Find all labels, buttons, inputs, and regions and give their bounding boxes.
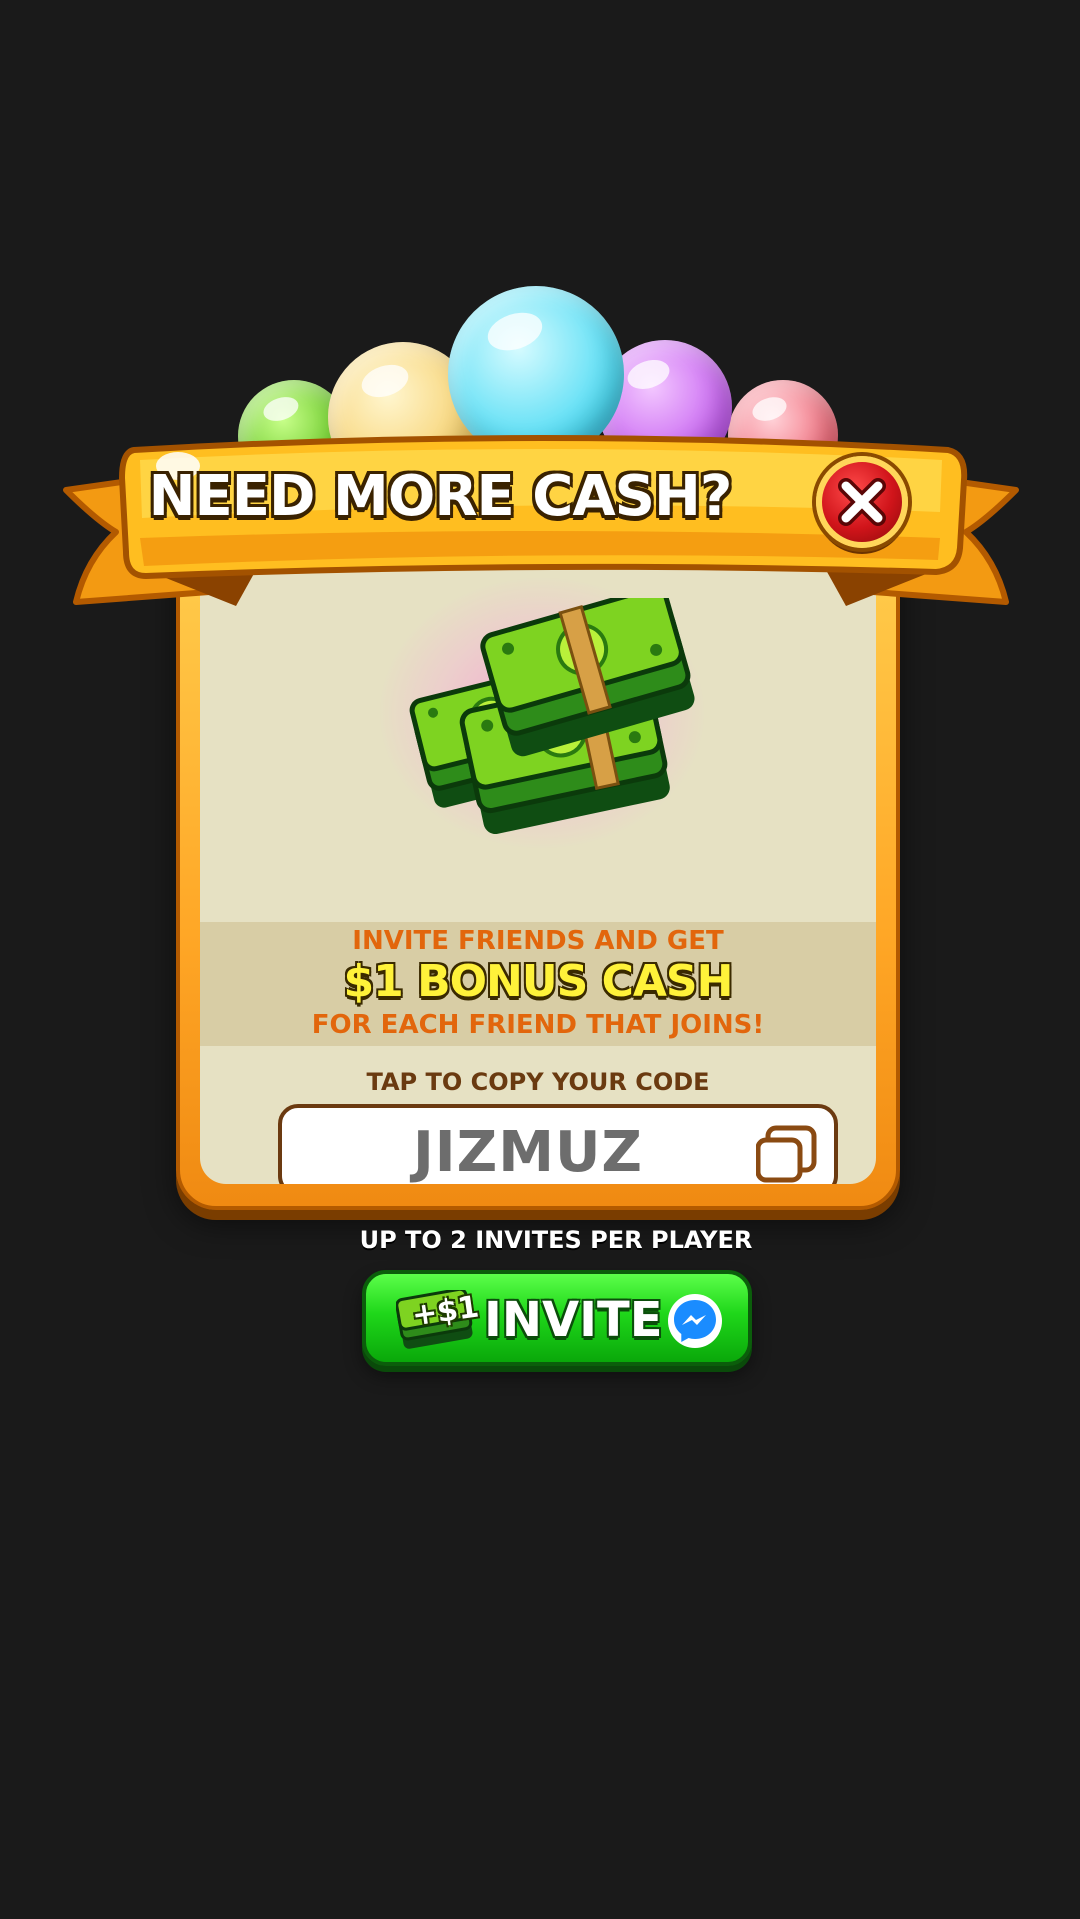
invite-popup-screen: $ $ INVITE FRIENDS AN <box>0 0 1080 1919</box>
promo-line-bonus: $1 BONUS CASH <box>343 956 734 1007</box>
close-button[interactable] <box>816 456 908 548</box>
referral-code: JIZMUZ <box>412 1120 644 1184</box>
messenger-icon <box>668 1294 722 1348</box>
promo-line-each-friend: FOR EACH FRIEND THAT JOINS! <box>311 1010 765 1040</box>
promo-band: INVITE FRIENDS AND GET $1 BONUS CASH FOR… <box>200 922 876 1046</box>
referral-code-box[interactable]: JIZMUZ <box>278 1104 838 1184</box>
invite-limit-text: UP TO 2 INVITES PER PLAYER <box>359 1226 753 1254</box>
cash-stack-icon: $ $ <box>409 598 695 835</box>
invite-button-label: INVITE <box>484 1292 663 1348</box>
copy-code-label: TAP TO COPY YOUR CODE <box>366 1068 710 1096</box>
invite-card: $ $ INVITE FRIENDS AN <box>176 520 900 1210</box>
invite-card-body: $ $ INVITE FRIENDS AN <box>200 538 876 1184</box>
popup-title: NEED MORE CASH? <box>148 464 733 529</box>
promo-line-invite: INVITE FRIENDS AND GET <box>352 926 724 956</box>
invite-button[interactable]: +$1 INVITE <box>362 1270 752 1366</box>
copy-icon <box>756 1125 817 1183</box>
close-icon <box>838 478 886 526</box>
